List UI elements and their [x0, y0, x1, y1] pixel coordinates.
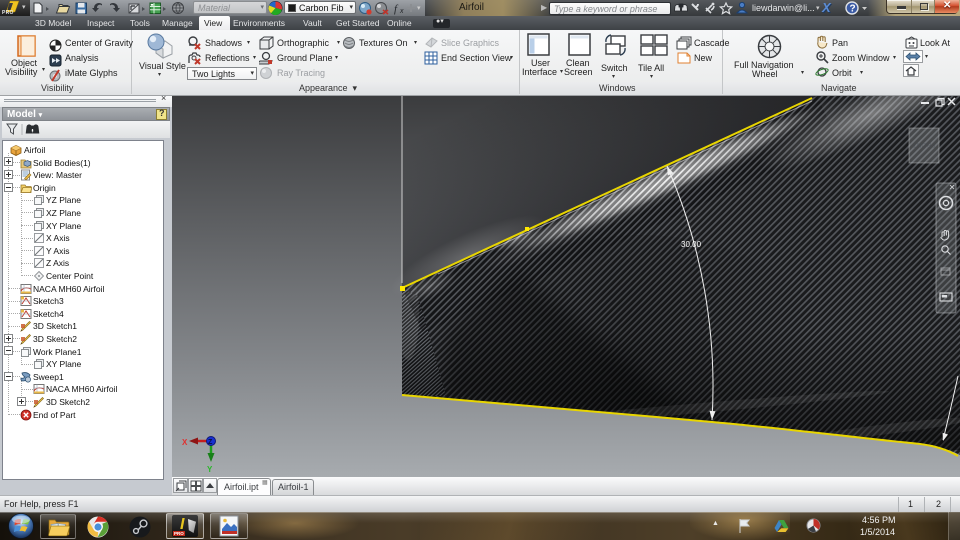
svg-text:X: X	[182, 438, 188, 447]
svg-text:30.00: 30.00	[681, 240, 702, 249]
svg-text:Y: Y	[207, 465, 213, 474]
svg-text:?: ?	[850, 4, 856, 15]
svg-text:f: f	[394, 3, 399, 15]
svg-text:x: x	[399, 8, 404, 15]
svg-text:FRONT: FRONT	[913, 141, 935, 148]
svg-text:Z: Z	[208, 439, 213, 446]
